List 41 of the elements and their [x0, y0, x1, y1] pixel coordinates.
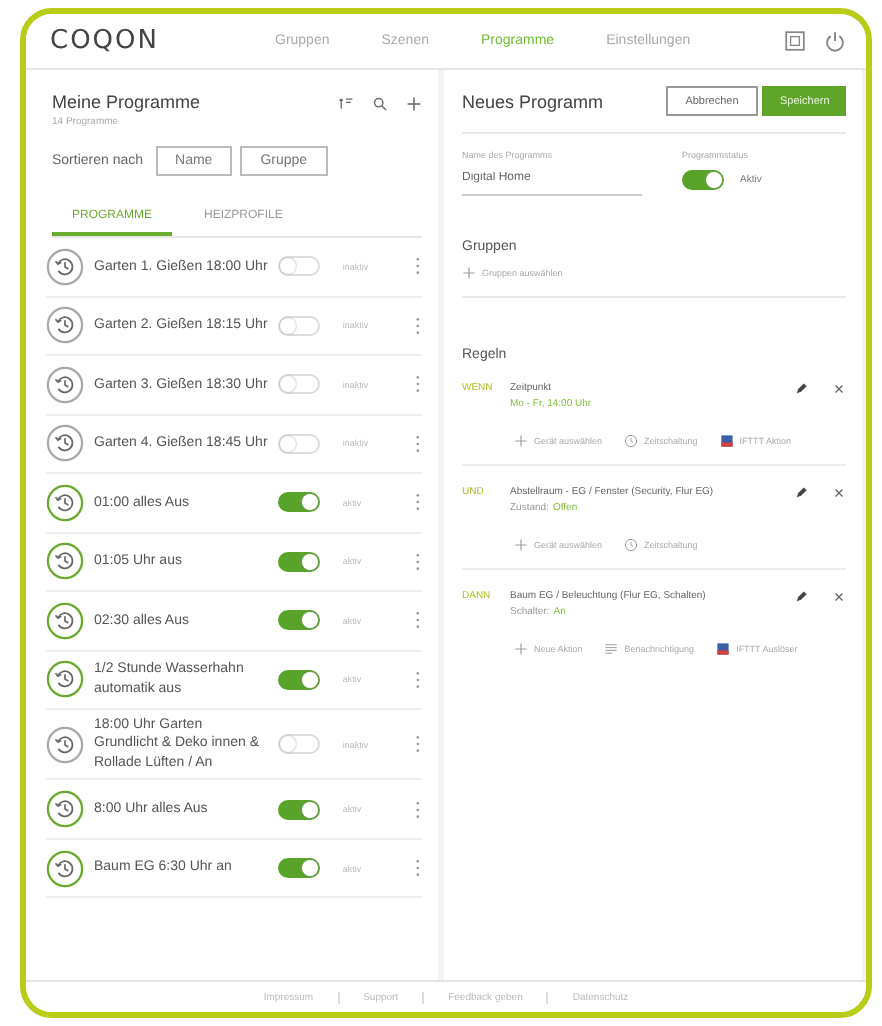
- close-icon[interactable]: [832, 382, 846, 396]
- edit-icon[interactable]: [794, 486, 808, 500]
- more-icon[interactable]: [414, 858, 422, 879]
- more-icon[interactable]: [414, 433, 422, 454]
- ifttt-icon: [716, 642, 731, 656]
- plus-icon: [514, 434, 528, 448]
- toggle-switch[interactable]: [278, 858, 321, 879]
- more-icon[interactable]: [414, 610, 422, 631]
- edit-icon[interactable]: [794, 590, 808, 604]
- toggle-switch[interactable]: [278, 669, 321, 690]
- plus-icon: [514, 642, 528, 656]
- panel-title: Meine Programme: [52, 92, 203, 112]
- plus-icon: [462, 266, 476, 280]
- list-icon: [604, 642, 619, 656]
- power-icon[interactable]: [824, 30, 846, 52]
- more-icon[interactable]: [414, 551, 422, 572]
- ifttt-icon: [719, 434, 734, 448]
- clock-icon: [624, 434, 639, 448]
- sort-icon[interactable]: [338, 96, 354, 112]
- close-icon[interactable]: [832, 590, 846, 604]
- more-icon[interactable]: [414, 256, 422, 277]
- toggle-switch[interactable]: [278, 492, 321, 513]
- toggle-switch[interactable]: [278, 610, 321, 631]
- add-icon[interactable]: [406, 96, 422, 112]
- plus-icon: [514, 538, 528, 552]
- panel-title: Neues Programm: [462, 91, 606, 111]
- clock-icon: [624, 538, 639, 552]
- logo: COQON: [50, 26, 159, 56]
- more-icon[interactable]: [414, 669, 422, 690]
- search-icon[interactable]: [372, 96, 388, 112]
- toggle-switch[interactable]: [682, 170, 724, 190]
- toggle-switch[interactable]: [278, 551, 321, 572]
- more-icon[interactable]: [414, 734, 422, 755]
- more-icon[interactable]: [414, 799, 422, 820]
- close-icon[interactable]: [832, 486, 846, 500]
- more-icon[interactable]: [414, 374, 422, 395]
- more-icon[interactable]: [414, 315, 422, 336]
- more-icon[interactable]: [414, 492, 422, 513]
- toggle-switch[interactable]: [278, 799, 321, 820]
- window-icon[interactable]: [784, 30, 806, 52]
- edit-icon[interactable]: [794, 382, 808, 396]
